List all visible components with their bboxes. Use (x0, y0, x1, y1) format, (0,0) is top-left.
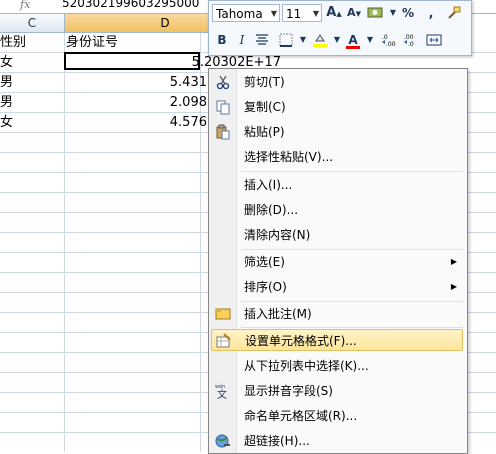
menu-item-label: 从下拉列表中选择(K)... (244, 359, 369, 373)
format-cells-icon (216, 333, 231, 348)
merge-cells-icon (426, 34, 442, 46)
font-size-value: 11 (286, 7, 302, 21)
menu-item-insert[interactable]: 插入(I)... (211, 174, 463, 196)
menu-separator (241, 171, 463, 172)
font-name-select[interactable]: Tahoma ▼ (212, 4, 280, 22)
format-painter-button[interactable] (445, 4, 463, 22)
menu-item-pick-from-list[interactable]: 从下拉列表中选择(K)... (211, 355, 463, 377)
copy-icon (216, 100, 230, 115)
menu-item-label: 超链接(H)... (244, 434, 310, 448)
menu-item-define-name[interactable]: 命名单元格区域(R)... (211, 405, 463, 427)
bold-button[interactable]: B (213, 31, 231, 49)
menu-separator (241, 249, 463, 250)
format-painter-icon (448, 6, 461, 19)
fill-color-icon (313, 34, 327, 47)
cell-d5[interactable]: 4.576 (66, 113, 207, 132)
menu-item-label: 清除内容(N) (244, 228, 311, 242)
menu-item-clear-contents[interactable]: 清除内容(N) (211, 224, 463, 246)
borders-button[interactable] (277, 31, 295, 49)
menu-item-sort[interactable]: 排序(O) ▶ (211, 276, 463, 298)
column-header-c[interactable]: C (0, 14, 65, 33)
font-name-value: Tahoma (216, 7, 263, 21)
decrease-decimal-button[interactable]: .00.0 (403, 31, 421, 49)
menu-item-hyperlink[interactable]: 超链接(H)... (211, 430, 463, 452)
comment-icon (215, 308, 231, 320)
menu-item-label: 筛选(E) (244, 255, 285, 269)
center-align-button[interactable] (253, 31, 271, 49)
grow-font-icon: A (326, 5, 337, 20)
chevron-down-icon: ▼ (312, 9, 319, 18)
menu-item-label: 复制(C) (244, 100, 286, 114)
cell-c2[interactable]: 女 (0, 53, 64, 72)
fx-icon[interactable]: fx (20, 0, 50, 12)
increase-decimal-icon: .0.00 (382, 34, 396, 48)
grow-font-button[interactable]: A▲ (325, 4, 343, 22)
cell-d3[interactable]: 5.431 (66, 73, 207, 92)
menu-item-paste[interactable]: 粘贴(P) (211, 121, 463, 143)
cell-c4[interactable]: 男 (0, 93, 64, 112)
submenu-arrow-icon: ▶ (450, 257, 457, 266)
menu-separator (241, 327, 463, 328)
shrink-font-icon: A (347, 6, 356, 19)
font-color-icon: A (348, 33, 358, 47)
chevron-down-icon[interactable]: ▼ (294, 31, 312, 49)
menu-separator (241, 301, 463, 302)
menu-item-cut[interactable]: 剪切(T) (211, 71, 463, 93)
merge-center-button[interactable] (425, 31, 443, 49)
hyperlink-icon (215, 434, 230, 448)
menu-item-show-phonetic[interactable]: wén 文 显示拼音字段(S) (211, 380, 463, 402)
formula-value[interactable]: 520302199603295000 (62, 0, 199, 10)
chevron-down-icon[interactable]: ▼ (361, 31, 379, 49)
currency-format-button[interactable] (366, 4, 384, 22)
svg-text:文: 文 (217, 388, 227, 399)
menu-item-label: 设置单元格格式(F)... (245, 334, 357, 348)
menu-item-label: 删除(D)... (244, 203, 299, 217)
shrink-font-button[interactable]: A▼ (345, 4, 363, 22)
menu-item-insert-comment[interactable]: 插入批注(M) (211, 303, 463, 325)
menu-item-copy[interactable]: 复制(C) (211, 96, 463, 118)
menu-item-filter[interactable]: 筛选(E) ▶ (211, 251, 463, 273)
selected-cell-border (64, 52, 200, 70)
increase-decimal-button[interactable]: .0.00 (381, 31, 399, 49)
cell-c3[interactable]: 男 (0, 73, 64, 92)
cell-c5[interactable]: 女 (0, 113, 64, 132)
fill-color-button[interactable] (311, 31, 329, 49)
menu-item-label: 选择性粘贴(V)... (244, 150, 334, 164)
svg-text:wén: wén (215, 383, 225, 390)
phonetic-icon: wén文 (215, 383, 227, 399)
cell-d1[interactable]: 身份证号 (66, 33, 196, 52)
align-center-icon (256, 34, 268, 45)
menu-item-label: 粘贴(P) (244, 125, 285, 139)
menu-item-format-cells[interactable]: 设置单元格格式(F)... (211, 329, 463, 351)
menu-item-label: 剪切(T) (244, 75, 285, 89)
italic-button[interactable]: I (233, 31, 251, 49)
chevron-down-icon: ▼ (270, 9, 277, 18)
percent-button[interactable]: % (399, 4, 417, 22)
menu-item-delete[interactable]: 删除(D)... (211, 199, 463, 221)
font-color-button[interactable]: A (344, 31, 362, 49)
mini-toolbar: Tahoma ▼ 11 ▼ A▲ A▼ ▼ % , B I ▼ ▼ A ▼ .0… (208, 0, 472, 56)
decrease-decimal-icon: .00.0 (404, 34, 414, 48)
menu-item-label: 命名单元格区域(R)... (244, 409, 358, 423)
svg-text:.00: .00 (404, 34, 414, 41)
font-size-select[interactable]: 11 ▼ (282, 4, 322, 22)
cell-c1[interactable]: 性别 (0, 33, 64, 52)
comma-button[interactable]: , (422, 4, 440, 22)
context-menu: 剪切(T) 复制(C) 粘贴(P) 选择性粘贴(V)... 插入(I)... 删… (208, 68, 468, 454)
borders-icon (279, 33, 293, 47)
submenu-arrow-icon: ▶ (450, 282, 457, 291)
scissors-icon (216, 75, 230, 90)
menu-item-paste-special[interactable]: 选择性粘贴(V)... (211, 146, 463, 168)
svg-text:.0: .0 (408, 41, 414, 48)
paste-icon (216, 124, 230, 140)
menu-item-label: 排序(O) (244, 280, 287, 294)
cell-d4[interactable]: 2.098 (66, 93, 207, 112)
menu-item-label: 显示拼音字段(S) (244, 384, 333, 398)
menu-item-label: 插入(I)... (244, 178, 293, 192)
svg-text:.00: .00 (386, 41, 396, 48)
menu-item-label: 插入批注(M) (244, 307, 312, 321)
currency-icon (367, 7, 383, 18)
svg-text:.0: .0 (382, 34, 388, 41)
